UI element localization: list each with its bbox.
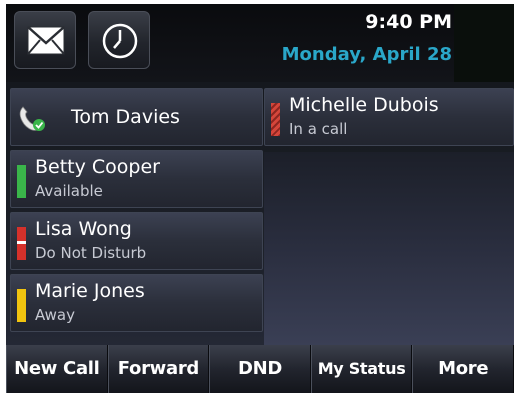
clock-display: 9:40 PM Monday, April 28 (232, 8, 452, 66)
messages-button[interactable] (14, 11, 76, 69)
status-area (454, 4, 514, 82)
contact-lisa-wong[interactable]: Lisa Wong Do Not Disturb (10, 212, 263, 270)
contact-betty-cooper[interactable]: Betty Cooper Available (10, 150, 263, 208)
line-name: Tom Davies (71, 106, 180, 128)
call-history-button[interactable] (88, 11, 150, 69)
lines-area: Tom Davies Betty Cooper Available Lisa W… (6, 82, 514, 345)
presence-away-indicator (17, 289, 26, 322)
envelope-icon (27, 26, 65, 55)
clock-icon (102, 23, 138, 59)
more-softkey[interactable]: More (412, 345, 514, 393)
empty-pane (264, 152, 514, 345)
contact-michelle-dubois[interactable]: Michelle Dubois In a call (264, 88, 514, 146)
phone-screen: 9:40 PM Monday, April 28 Tom Davies Bett… (6, 4, 514, 393)
contact-name: Marie Jones (35, 280, 145, 302)
contact-name: Betty Cooper (35, 156, 160, 178)
contact-status: In a call (289, 120, 348, 138)
contact-status: Do Not Disturb (35, 244, 147, 262)
dnd-softkey[interactable]: DND (209, 345, 311, 393)
contact-marie-jones[interactable]: Marie Jones Away (10, 274, 263, 332)
handset-icon (19, 106, 45, 131)
line-key-tom-davies[interactable]: Tom Davies (10, 88, 263, 146)
date-text: Monday, April 28 (281, 44, 452, 65)
time-text: 9:40 PM (365, 11, 452, 33)
presence-in-call-indicator (271, 103, 280, 136)
presence-dnd-indicator (17, 227, 26, 260)
forward-softkey[interactable]: Forward (107, 345, 210, 393)
contact-name: Michelle Dubois (289, 94, 439, 116)
softkey-bar: New Call Forward DND My Status More (6, 345, 514, 393)
my-status-softkey[interactable]: My Status (310, 345, 413, 393)
presence-available-indicator (17, 165, 26, 198)
new-call-softkey[interactable]: New Call (6, 345, 108, 393)
status-bar: 9:40 PM Monday, April 28 (6, 4, 514, 82)
contact-status: Away (35, 306, 75, 324)
contact-status: Available (35, 182, 103, 200)
contact-name: Lisa Wong (35, 218, 132, 240)
